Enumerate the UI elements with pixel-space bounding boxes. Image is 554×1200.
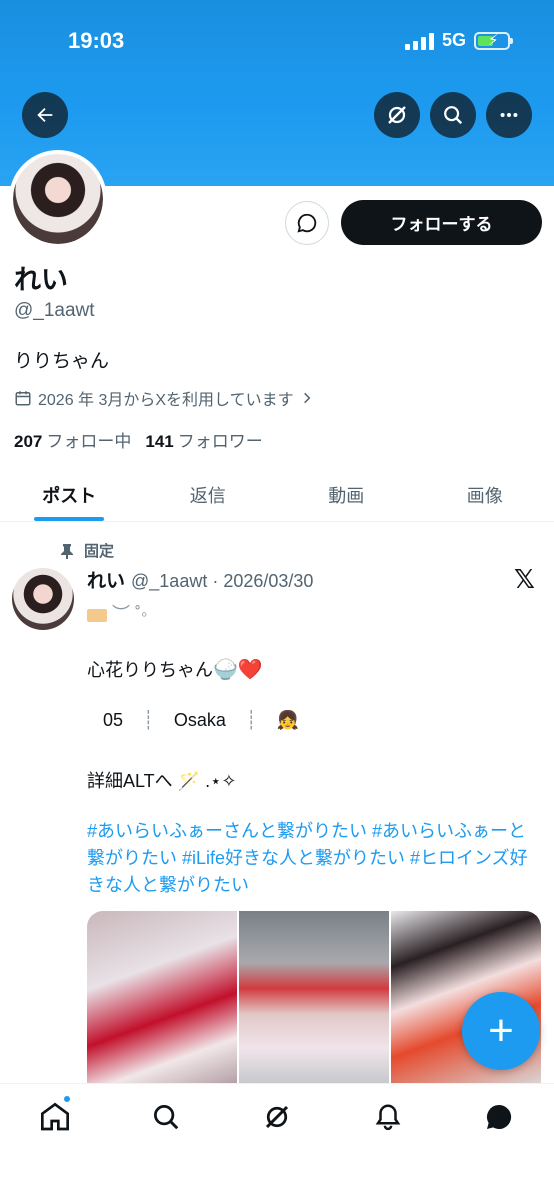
joined-date[interactable]: 2026 年 3月からXを利用しています bbox=[14, 386, 314, 410]
media-image-2[interactable] bbox=[239, 911, 389, 1083]
tab-videos[interactable]: 動画 bbox=[277, 468, 416, 521]
nav-grok[interactable] bbox=[260, 1100, 294, 1134]
pinned-label: 固定 bbox=[84, 543, 115, 560]
post-meta: @_1aawt · 2026/03/30 bbox=[131, 571, 314, 591]
post-avatar[interactable] bbox=[12, 568, 74, 630]
post-header: れい @_1aawt · 2026/03/30 bbox=[87, 566, 313, 593]
nav-search[interactable] bbox=[149, 1100, 183, 1134]
post-city: Osaka bbox=[173, 710, 226, 730]
post-line-2: 05 ┊ Osaka ┊ 👧 bbox=[87, 710, 299, 731]
post-city-emoji: 👧 bbox=[276, 710, 300, 730]
pinned-indicator: 固定 bbox=[60, 540, 114, 561]
status-time: 19:03 bbox=[68, 28, 125, 53]
tab-posts[interactable]: ポスト bbox=[0, 468, 139, 521]
post-hashtags[interactable]: #あいらいふぁーさんと繋がりたい #あいらいふぁーと繋がりたい #iLife好き… bbox=[87, 818, 537, 899]
profile-name: れい bbox=[14, 265, 68, 295]
nav-home[interactable] bbox=[38, 1100, 72, 1134]
search-button[interactable] bbox=[430, 92, 476, 138]
grok-icon bbox=[388, 106, 406, 124]
tag-icon bbox=[87, 608, 107, 622]
back-button[interactable] bbox=[22, 92, 68, 138]
notification-dot bbox=[62, 1094, 72, 1104]
search-icon bbox=[444, 106, 463, 125]
following-label: フォロー中 bbox=[46, 432, 132, 451]
pin-icon bbox=[61, 543, 73, 559]
separator: ┊ bbox=[143, 710, 154, 730]
nav-notifications[interactable] bbox=[371, 1100, 405, 1134]
nav-messages[interactable] bbox=[482, 1100, 516, 1134]
post-author[interactable]: れい bbox=[87, 566, 125, 593]
follow-stats: 207 フォロー中 141 フォロワー bbox=[14, 427, 263, 452]
profile-tabs: ポスト 返信 動画 画像 bbox=[0, 468, 554, 522]
followers-link[interactable]: 141 フォロワー bbox=[145, 427, 262, 452]
following-count: 207 bbox=[14, 432, 43, 451]
tab-images[interactable]: 画像 bbox=[416, 468, 554, 521]
tab-replies[interactable]: 返信 bbox=[139, 468, 278, 521]
network-type: 5G bbox=[441, 30, 466, 50]
followers-count: 141 bbox=[145, 432, 174, 451]
followers-label: フォロワー bbox=[177, 432, 263, 451]
chat-bubble-icon bbox=[486, 1104, 512, 1129]
status-indicators: 5G ⚡ bbox=[404, 30, 513, 51]
media-image-1[interactable] bbox=[87, 911, 237, 1083]
profile-handle: @_1aawt bbox=[14, 300, 95, 321]
bottom-nav bbox=[0, 1083, 554, 1200]
following-link[interactable]: 207 フォロー中 bbox=[14, 427, 131, 452]
deco-text: ︶ ˚◦ bbox=[112, 604, 148, 624]
arrow-left-icon bbox=[37, 107, 53, 123]
home-icon bbox=[41, 1102, 69, 1131]
post-line-1-emoji: 🍚❤️ bbox=[213, 659, 263, 681]
compose-button[interactable]: + bbox=[462, 992, 540, 1070]
post-line-3: 詳細ALTへ 🪄 .⋆✧ bbox=[87, 771, 237, 791]
message-button[interactable] bbox=[285, 201, 329, 245]
more-icon bbox=[500, 112, 518, 118]
bell-icon bbox=[375, 1104, 401, 1131]
post-number: 05 bbox=[103, 710, 124, 730]
separator: ┊ bbox=[245, 710, 257, 730]
post-deco: ︶ ˚◦ bbox=[87, 600, 147, 626]
chat-bubble-icon bbox=[297, 213, 317, 233]
calendar-icon bbox=[15, 391, 31, 406]
more-button[interactable] bbox=[486, 92, 532, 138]
post-line-1: 心花りりちゃん🍚❤️ bbox=[87, 656, 263, 682]
post-line-1-text: 心花りりちゃん bbox=[87, 660, 213, 680]
joined-text: 2026 年 3月からXを利用しています bbox=[38, 392, 294, 409]
battery-icon: ⚡ bbox=[474, 31, 513, 50]
x-logo-icon: 𝕏 bbox=[514, 565, 535, 595]
profile-avatar[interactable] bbox=[9, 150, 107, 248]
grok-button[interactable] bbox=[374, 92, 420, 138]
follow-button[interactable]: フォローする bbox=[341, 200, 542, 245]
profile-bio: りりちゃん bbox=[14, 351, 110, 372]
search-icon bbox=[154, 1105, 179, 1130]
grok-icon bbox=[265, 1105, 289, 1129]
signal-icon bbox=[404, 32, 434, 50]
chevron-right-icon bbox=[303, 392, 310, 404]
